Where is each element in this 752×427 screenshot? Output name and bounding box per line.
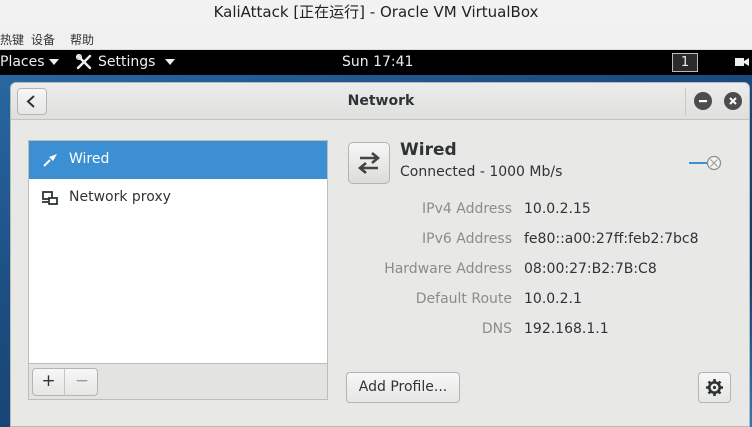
window-title: Network bbox=[347, 93, 415, 109]
minimize-icon bbox=[699, 100, 707, 103]
settings-tools-icon bbox=[76, 54, 92, 70]
places-label: Places bbox=[0, 54, 45, 70]
ipv6-label: IPv6 Address bbox=[422, 231, 512, 247]
chevron-down-icon bbox=[165, 59, 176, 65]
host-menubar: 热键 设备 帮助 bbox=[0, 25, 752, 50]
host-menu-devices[interactable]: 设备 bbox=[31, 31, 55, 48]
hardware-address-value: 08:00:27:B2:7B:C8 bbox=[524, 261, 657, 277]
gnome-top-bar: Places Settings Sun 17:41 1 bbox=[0, 50, 752, 75]
settings-label: Settings bbox=[98, 54, 156, 70]
add-profile-button[interactable]: Add Profile... bbox=[346, 372, 460, 403]
connection-toggle[interactable] bbox=[688, 155, 724, 171]
list-item-label: Wired bbox=[69, 151, 110, 167]
chevron-down-icon bbox=[48, 59, 59, 65]
arrows-icon bbox=[357, 152, 381, 174]
header-separator bbox=[685, 88, 686, 115]
dns-label: DNS bbox=[481, 321, 512, 337]
close-button[interactable] bbox=[724, 92, 742, 110]
minimize-button[interactable] bbox=[694, 92, 712, 110]
connection-status: Connected - 1000 Mb/s bbox=[400, 164, 563, 180]
host-menu-hotkey[interactable]: 热键 bbox=[0, 31, 24, 48]
list-item-label: Network proxy bbox=[69, 189, 171, 205]
proxy-icon bbox=[42, 191, 58, 205]
remove-connection-button[interactable]: − bbox=[66, 369, 98, 395]
places-menu[interactable]: Places bbox=[0, 54, 59, 70]
list-item-wired[interactable]: Wired bbox=[29, 141, 327, 179]
camera-icon[interactable] bbox=[735, 56, 749, 68]
list-item-network-proxy[interactable]: Network proxy bbox=[29, 179, 327, 217]
ipv4-value: 10.0.2.15 bbox=[524, 201, 591, 217]
ipv4-label: IPv4 Address bbox=[422, 201, 512, 217]
app-menu-settings[interactable]: Settings bbox=[76, 54, 176, 70]
device-settings-button[interactable] bbox=[698, 372, 731, 403]
add-connection-button[interactable]: + bbox=[33, 369, 65, 395]
host-window-title: KaliAttack [正在运行] - Oracle VM VirtualBox bbox=[0, 0, 752, 25]
default-route-label: Default Route bbox=[415, 291, 512, 307]
gear-icon bbox=[706, 379, 723, 396]
close-icon bbox=[729, 97, 737, 105]
ethernet-icon bbox=[43, 154, 57, 167]
network-transfer-icon bbox=[348, 142, 390, 184]
device-name: Wired bbox=[400, 140, 457, 160]
workspace-indicator[interactable]: 1 bbox=[672, 53, 698, 72]
toggle-switch-icon bbox=[689, 155, 722, 171]
list-toolbar: + − bbox=[28, 364, 328, 400]
header-bar: Network bbox=[11, 83, 749, 120]
device-list: Wired Network proxy bbox=[28, 140, 328, 364]
host-menu-help[interactable]: 帮助 bbox=[70, 31, 94, 48]
clock[interactable]: Sun 17:41 bbox=[342, 54, 413, 70]
ipv6-value: fe80::a00:27ff:feb2:7bc8 bbox=[524, 231, 699, 247]
hardware-address-label: Hardware Address bbox=[384, 261, 512, 277]
add-remove-group: + − bbox=[32, 368, 98, 396]
dns-value: 192.168.1.1 bbox=[524, 321, 609, 337]
settings-window: Network Wired Network proxy + − Wired Co… bbox=[10, 82, 750, 427]
default-route-value: 10.0.2.1 bbox=[524, 291, 582, 307]
